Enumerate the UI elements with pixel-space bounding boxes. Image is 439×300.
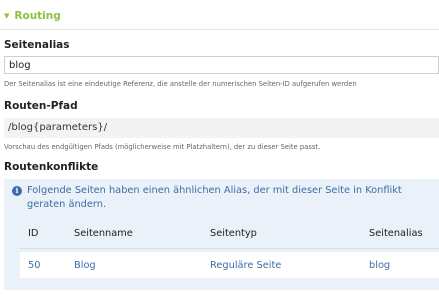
column-header-page-alias: Seitenalias (369, 228, 423, 239)
route-path-value: /blog{parameters}/ (4, 118, 439, 138)
column-header-page-type: Seitentyp (210, 228, 257, 239)
alias-input[interactable]: blog (4, 56, 439, 74)
row-page-type-link[interactable]: Reguläre Seite (210, 260, 281, 271)
conflict-message: Folgende Seiten haben einen ähnlichen Al… (27, 185, 402, 210)
row-page-alias-link[interactable]: blog (369, 260, 390, 271)
row-page-name-link[interactable]: Blog (74, 260, 96, 271)
route-path-help-text: Vorschau des endgültigen Pfads (mögliche… (4, 143, 321, 151)
section-divider (0, 29, 439, 30)
section-title: Routing (14, 10, 61, 22)
triangle-down-icon[interactable]: ▼ (4, 12, 9, 20)
route-conflicts-label: Routenkonflikte (4, 161, 99, 173)
route-path-label: Routen-Pfad (4, 100, 78, 112)
row-id-link[interactable]: 50 (28, 260, 40, 271)
alias-help-text: Der Seitenalias ist eine eindeutige Refe… (4, 80, 357, 88)
column-header-page-name: Seitenname (74, 228, 133, 239)
alias-label: Seitenalias (4, 39, 70, 51)
info-icon: i (12, 186, 22, 196)
routing-section-header[interactable]: ▼ Routing (4, 8, 61, 24)
table-header-divider (20, 248, 439, 249)
column-header-id: ID (28, 228, 39, 239)
